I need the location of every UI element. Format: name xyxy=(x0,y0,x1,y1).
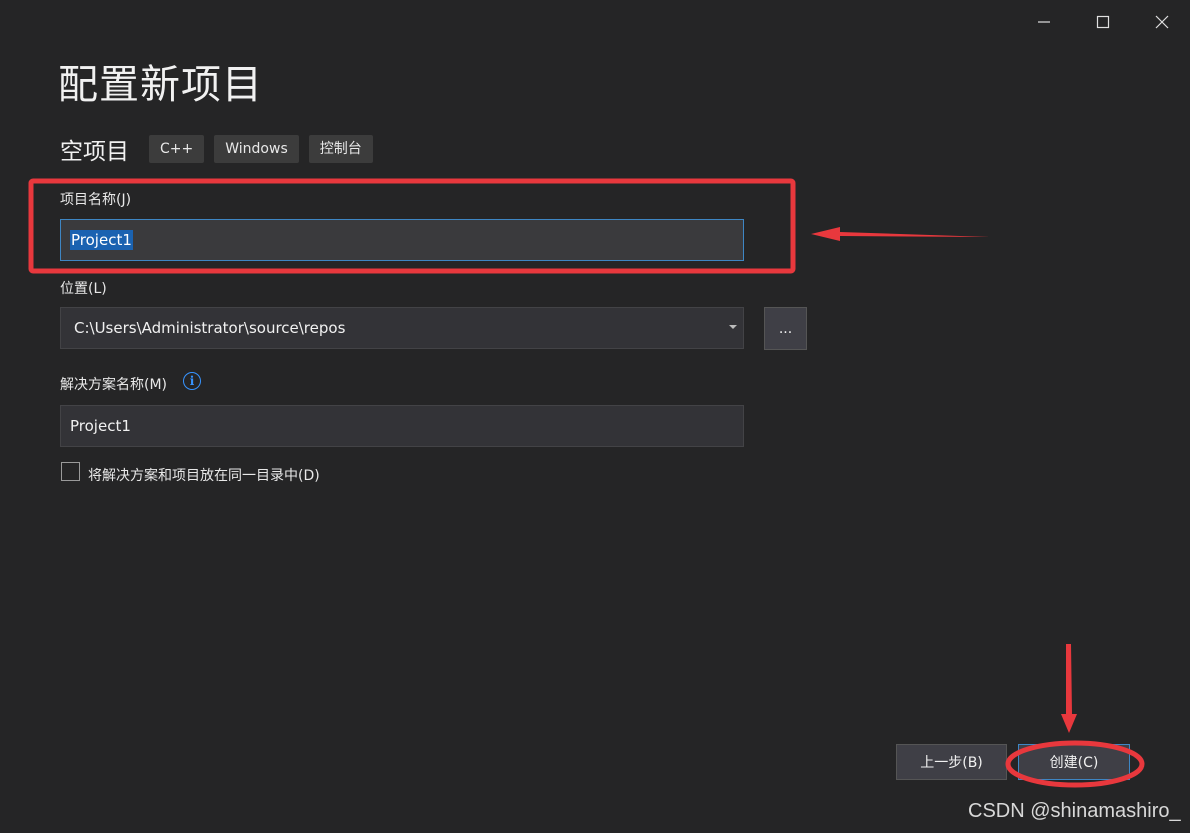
location-value: C:\Users\Administrator\source\repos xyxy=(74,319,346,337)
location-combobox[interactable]: C:\Users\Administrator\source\repos xyxy=(60,307,744,349)
tag-project-type: 控制台 xyxy=(308,135,373,163)
solution-name-value: Project1 xyxy=(70,417,131,435)
solution-name-input[interactable]: Project1 xyxy=(60,405,744,447)
tag-language: C++ xyxy=(149,135,205,163)
back-button[interactable]: 上一步(B) xyxy=(896,744,1007,780)
minimize-icon xyxy=(1038,21,1050,23)
close-icon xyxy=(1155,15,1169,29)
info-icon[interactable]: i xyxy=(183,372,201,390)
maximize-icon xyxy=(1096,15,1110,29)
arrow-down-annotation xyxy=(1061,644,1077,733)
project-name-input[interactable]: Project1 xyxy=(60,219,744,261)
solution-name-label: 解决方案名称(M) xyxy=(60,377,168,393)
page-title: 配置新项目 xyxy=(58,62,263,108)
template-name: 空项目 xyxy=(60,139,129,165)
create-button[interactable]: 创建(C) xyxy=(1018,744,1130,780)
browse-button[interactable]: ... xyxy=(764,307,807,350)
project-name-label: 项目名称(J) xyxy=(60,192,132,208)
maximize-button[interactable] xyxy=(1088,8,1118,36)
same-directory-label[interactable]: 将解决方案和项目放在同一目录中(D) xyxy=(88,465,320,485)
arrow-left-annotation xyxy=(811,227,990,241)
location-label: 位置(L) xyxy=(60,281,107,297)
minimize-button[interactable] xyxy=(1029,8,1059,36)
watermark: CSDN @shinamashiro_ xyxy=(968,800,1181,822)
project-name-value: Project1 xyxy=(70,230,133,250)
chevron-down-icon[interactable] xyxy=(729,325,737,329)
template-info: 空项目 C++ Windows 控制台 xyxy=(60,132,383,166)
close-button[interactable] xyxy=(1147,8,1177,36)
same-directory-checkbox[interactable] xyxy=(61,462,80,481)
tag-platform: Windows xyxy=(214,135,299,163)
